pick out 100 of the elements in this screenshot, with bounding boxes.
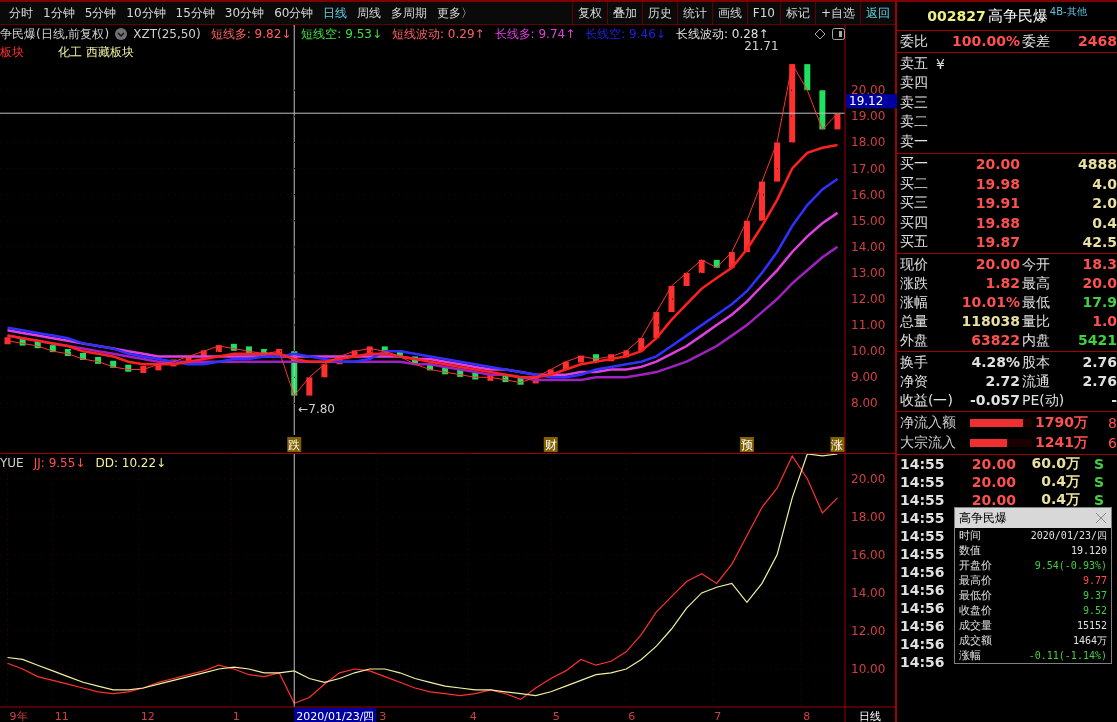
value-axis-label: 16.00 bbox=[851, 547, 886, 562]
price-axis-label: 10.00 bbox=[851, 344, 886, 359]
date-axis-label: 12 bbox=[140, 710, 155, 722]
sector-list: 化工 西藏板块 bbox=[58, 43, 134, 61]
field-label: 净资 bbox=[900, 372, 929, 391]
date-axis-cursor-label: 2020/01/23/四 bbox=[294, 708, 377, 722]
trade-price: 20.00 bbox=[970, 474, 1016, 490]
indicator-reading: JJ: 9.55↓ bbox=[33, 456, 86, 470]
field-value: 100.00% bbox=[950, 32, 1021, 51]
flow-value: 6 bbox=[1107, 435, 1117, 451]
flow-label: 大宗流入 bbox=[900, 434, 957, 452]
field-label: 现价 bbox=[900, 255, 929, 274]
field-label: 外盘 bbox=[900, 331, 929, 350]
date-axis-label: 4 bbox=[469, 710, 477, 722]
tooltip-value: 15152 bbox=[1076, 620, 1107, 631]
date-axis-label: 5 bbox=[552, 710, 560, 722]
price-axis-label: 8.00 bbox=[851, 396, 878, 411]
price-axis-label: 13.00 bbox=[851, 265, 886, 280]
stock-code: 002827 bbox=[927, 8, 986, 24]
field-label: 股本 bbox=[1022, 353, 1051, 372]
price-axis-label: 19.00 bbox=[851, 109, 886, 124]
field-label: 收益(一) bbox=[900, 391, 954, 410]
price-annotation: 21.71 bbox=[744, 38, 779, 53]
bid-label: 买一 bbox=[900, 155, 929, 174]
price-annotation: ←7.80 bbox=[298, 401, 335, 416]
field-value: 20.0 bbox=[1081, 274, 1117, 293]
tooltip-value: 2020/01/23/四 bbox=[1030, 528, 1107, 543]
field-value: 63822 bbox=[970, 331, 1021, 350]
bid-price: 19.88 bbox=[974, 214, 1021, 231]
period-label: 日线 bbox=[859, 710, 881, 722]
field-value: 2.72 bbox=[984, 372, 1021, 391]
trade-volume: 60.0万 bbox=[1030, 455, 1080, 473]
indicator-reading: 短线多: 9.82↓ bbox=[210, 25, 292, 43]
bid-label: 买三 bbox=[900, 194, 929, 213]
tooltip-label: 最高价 bbox=[959, 573, 992, 588]
trade-time: 14:55 bbox=[900, 528, 946, 544]
trade-side: S bbox=[1093, 456, 1106, 472]
value-axis-label: 20.00 bbox=[851, 471, 886, 486]
date-axis-label: 8 bbox=[803, 710, 811, 722]
value-axis-label: 18.00 bbox=[851, 509, 886, 524]
value-axis-label: 10.00 bbox=[851, 661, 886, 676]
sector-label: 板块 bbox=[0, 43, 24, 61]
trade-time: 14:55 bbox=[900, 546, 946, 562]
flow-value: 1241万 bbox=[1034, 434, 1088, 452]
field-value: 2468 bbox=[1077, 32, 1117, 51]
stock-name: 高争民爆 bbox=[987, 6, 1048, 26]
field-value: 2.76 bbox=[1081, 372, 1117, 391]
bid-label: 买四 bbox=[900, 213, 929, 232]
flow-value: 8 bbox=[1107, 415, 1117, 431]
bid-price: 19.91 bbox=[974, 195, 1021, 212]
bid-volume: 4888 bbox=[1077, 156, 1117, 173]
field-label: 今开 bbox=[1022, 255, 1051, 274]
trade-volume: 0.4万 bbox=[1040, 491, 1080, 509]
price-axis-label: 11.00 bbox=[851, 318, 886, 333]
tooltip-value: 9.77 bbox=[1082, 575, 1107, 586]
tooltip-label: 最低价 bbox=[959, 588, 992, 603]
trade-price: 20.00 bbox=[970, 456, 1016, 472]
flow-value: 1790万 bbox=[1034, 414, 1088, 432]
field-label: 最高 bbox=[1022, 274, 1051, 293]
indicator-name: XZT(25,50) bbox=[133, 27, 201, 41]
tooltip-label: 成交量 bbox=[959, 618, 992, 633]
trade-time: 14:56 bbox=[900, 654, 946, 670]
field-label: 涨幅 bbox=[900, 293, 929, 312]
tooltip-value: 1464万 bbox=[1072, 633, 1107, 648]
field-label: 内盘 bbox=[1022, 331, 1051, 350]
trade-volume: 0.4万 bbox=[1040, 473, 1080, 491]
price-axis-label: 12.00 bbox=[851, 292, 886, 306]
field-value: -0.057 bbox=[968, 391, 1021, 410]
date-axis-label: 11 bbox=[54, 710, 69, 722]
ask-label: 卖四 bbox=[900, 74, 929, 93]
field-label: 流通 bbox=[1022, 372, 1051, 391]
field-label: 最低 bbox=[1022, 293, 1051, 312]
value-axis-label: 12.00 bbox=[851, 623, 886, 638]
price-axis-label: 9.00 bbox=[851, 370, 878, 385]
field-label: 委比 bbox=[900, 32, 929, 51]
bid-volume: 2.0 bbox=[1091, 195, 1117, 212]
tooltip-label: 涨幅 bbox=[959, 648, 981, 663]
bid-price: 19.98 bbox=[974, 175, 1021, 192]
tooltip-label: 成交额 bbox=[959, 633, 992, 648]
field-label: 涨跌 bbox=[900, 274, 929, 293]
bid-label: 买二 bbox=[900, 174, 929, 193]
price-marker: 19.12 bbox=[846, 94, 897, 109]
trade-time: 14:55 bbox=[900, 510, 946, 526]
price-axis-label: 14.00 bbox=[851, 239, 886, 254]
trade-side: S bbox=[1093, 474, 1106, 490]
indicator-reading: 短线波动: 0.29↑ bbox=[391, 25, 485, 43]
trade-time: 14:56 bbox=[900, 582, 946, 598]
field-value: 2.76 bbox=[1081, 353, 1117, 372]
price-axis-label: 17.00 bbox=[851, 161, 886, 176]
field-value: 1.0 bbox=[1091, 312, 1117, 331]
tooltip-label: 时间 bbox=[959, 528, 981, 543]
industry-tag: 4B-其他 bbox=[1049, 5, 1087, 19]
price-axis-label: 18.00 bbox=[851, 135, 886, 150]
tooltip-title: 高争民爆 bbox=[959, 509, 1007, 527]
bid-price: 20.00 bbox=[974, 156, 1021, 173]
date-axis-label: 3 bbox=[379, 710, 387, 722]
indicator-reading: 长线波动: 0.28↑ bbox=[675, 25, 769, 41]
bid-volume: 0.4 bbox=[1091, 214, 1117, 231]
ask-label: 卖三 bbox=[900, 93, 929, 112]
price-axis-label: 15.00 bbox=[851, 213, 886, 228]
